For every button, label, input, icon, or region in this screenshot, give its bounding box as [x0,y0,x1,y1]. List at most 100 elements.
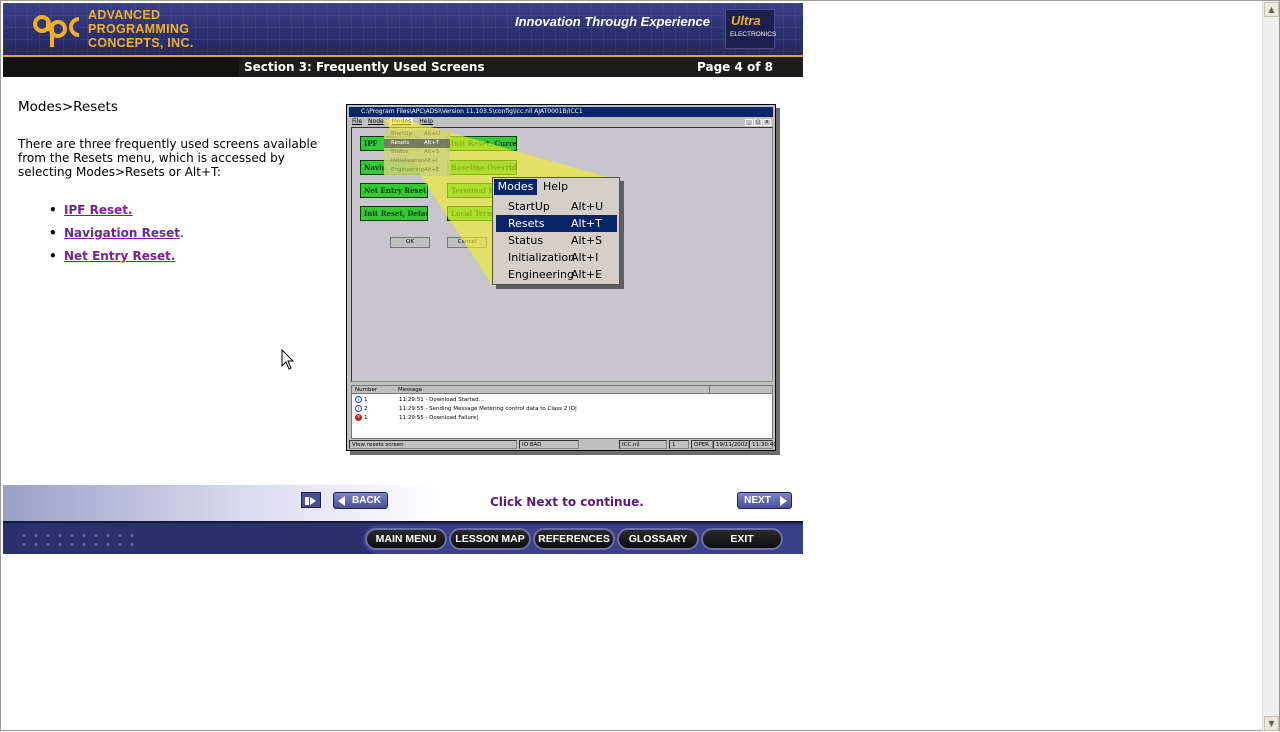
screenshot-menubar: File Node Modes Help [349,117,436,127]
menu-item-accelerator: Alt+S [571,234,603,247]
log-column-divider [709,386,710,394]
tagline: Innovation Through Experience [515,14,711,29]
company-name-line: CONCEPTS, INC. [88,36,194,50]
scroll-down-icon[interactable]: ▼ [1264,716,1279,731]
page-title: Modes>Resets [18,99,118,115]
menu-item-label: Status [508,234,544,247]
mini-menu-item: Status Alt+S [391,149,440,155]
log-row: i 1 11:29:51 - Download Started... [352,396,772,404]
shot-button-net-entry: Net Entry Reset [360,183,428,198]
section-title-bar: Section 3: Frequently Used Screens Page … [3,55,803,77]
bullet-icon: • [49,203,57,217]
glossary-button[interactable]: GLOSSARY [617,528,699,550]
audio-toggle-icon[interactable] [301,492,321,508]
vertical-scrollbar[interactable]: ▲ ▼ [1262,1,1279,732]
bullet-icon: • [49,249,57,263]
exit-button[interactable]: EXIT [701,528,783,550]
log-header: Number Message [352,386,772,394]
zoomed-modes-menu: Modes Help StartUp Alt+U Resets Alt+T Stat… [492,177,620,285]
company-name-line: PROGRAMMING [88,22,190,36]
course-menu-bar: MAIN MENU LESSON MAP REFERENCES GLOSSARY… [3,521,803,554]
screenshot-menu-modes: Modes [389,118,414,125]
arrow-right-icon [780,496,787,506]
screenshot-window-title: C:\Program Files\APC\ADSI\Version 11.103… [361,108,583,115]
screenshot-modes-dropdown: StartUp Alt+U Resets Alt+T Status Alt+S Ini… [384,130,450,176]
list-item: • IPF Reset. [49,203,184,218]
navigation-strip [3,485,803,521]
main-menu-button[interactable]: MAIN MENU [365,528,447,550]
zoomed-menubar: Modes Help [493,178,619,196]
back-button-label: BACK [352,495,381,506]
menu-item-accelerator: Alt+E [571,268,603,281]
screenshot-menu-node: Node [368,118,384,125]
reset-links-list: • IPF Reset. • Navigation Reset. • Net Entr… [49,203,184,272]
status-file: ICC.nil [619,440,667,449]
navigation-reset-link[interactable]: Navigation Reset [64,226,180,240]
maximize-icon: □ [754,119,762,126]
arrow-left-icon [338,496,345,506]
ultra-logo-sub: ELECTRONICS [730,31,777,38]
shot-button-local-term: Local Term S [447,206,497,221]
status-date: 19/11/2002 [713,440,749,449]
page-indicator: Page 4 of 8 [697,60,773,74]
menu-item-label: Resets [508,217,545,230]
browser-viewport: ADVANCED PROGRAMMING CONCEPTS, INC. Inno… [0,0,1280,732]
log-number: 1 [364,397,368,403]
status-io: IO BAD [519,440,579,449]
course-frame: ADVANCED PROGRAMMING CONCEPTS, INC. Inno… [3,3,803,554]
company-name: ADVANCED PROGRAMMING CONCEPTS, INC. [88,8,268,50]
zoomed-menu-modes: Modes [494,179,537,195]
screenshot-menu-help: Help [419,118,433,125]
menu-item-label: Initialization [508,251,576,264]
lesson-map-button[interactable]: LESSON MAP [449,528,531,550]
log-column-number: Number [355,387,378,393]
menu-item-accelerator: Alt+U [571,200,604,213]
screenshot-window-buttons: _ □ x [744,108,771,127]
references-button[interactable]: REFERENCES [533,528,615,550]
mini-menu-item: Engineering Alt+E [391,167,440,173]
shot-button-init-default: Init Reset, Default [360,206,428,221]
zoomed-menu-item-engineering: Engineering Alt+E [496,266,617,283]
ultra-logo-word: Ultra [731,13,761,28]
net-entry-reset-link[interactable]: Net Entry Reset. [64,249,175,263]
company-name-line: ADVANCED [88,8,161,22]
zoomed-menu-item-status: Status Alt+S [496,232,617,249]
log-row: x 1 11:29:55 - Download Failure| [352,414,772,422]
zoomed-menu-help: Help [543,180,569,193]
content-paragraph: There are three frequently used screens … [18,137,318,179]
log-message: 11:29:55 - Download Failure| [399,415,479,421]
mini-menu-item-selected: Resets Alt+T [384,139,450,148]
scroll-up-icon[interactable]: ▲ [1264,2,1279,17]
error-icon: x [355,414,362,421]
status-mode: OPER [691,440,713,449]
list-item: • Net Entry Reset. [49,249,184,264]
info-icon: i [355,396,362,403]
next-button[interactable]: NEXT [737,492,792,509]
zoomed-menu-item-resets: Resets Alt+T [496,215,617,232]
shot-button-baseline-override: Baseline Override [447,160,517,175]
minimize-icon: _ [745,119,753,126]
shot-ok-button: OK [390,237,430,248]
screenshot-menu-file: File [352,118,363,125]
screenshot-status-bar: View resets screen IO BAD ICC.nil 1 OPER… [349,440,775,449]
mini-menu-item: Initialization Alt+I [391,158,438,164]
zoomed-menu-items: StartUp Alt+U Resets Alt+T Status Alt+S Ini… [496,198,617,283]
status-node: 1 [669,440,689,449]
bullet-icon: • [49,226,57,240]
shot-cancel-button: Cancel [447,237,487,248]
menu-item-accelerator: Alt+I [571,251,599,264]
close-icon: x [763,119,771,126]
continue-instruction: Click Next to continue. [490,495,644,509]
log-row: i 2 11:29:55 - Sending Message Metering … [352,405,772,413]
back-button[interactable]: BACK [333,492,388,509]
zoomed-menu-item-initialization: Initialization Alt+I [496,249,617,266]
screenshot-title-bar: C:\Program Files\APC\ADSI\Version 11.103… [349,107,773,126]
log-message: 11:29:55 - Sending Message Metering cont… [399,406,577,412]
mini-menu-item: StartUp Alt+U [391,131,441,137]
log-number: 1 [364,415,368,421]
ipf-reset-link[interactable]: IPF Reset. [64,203,133,217]
info-icon: i [355,405,362,412]
decorative-dots [18,531,138,549]
log-number: 2 [364,406,368,412]
menu-item-label: Engineering [508,268,574,281]
